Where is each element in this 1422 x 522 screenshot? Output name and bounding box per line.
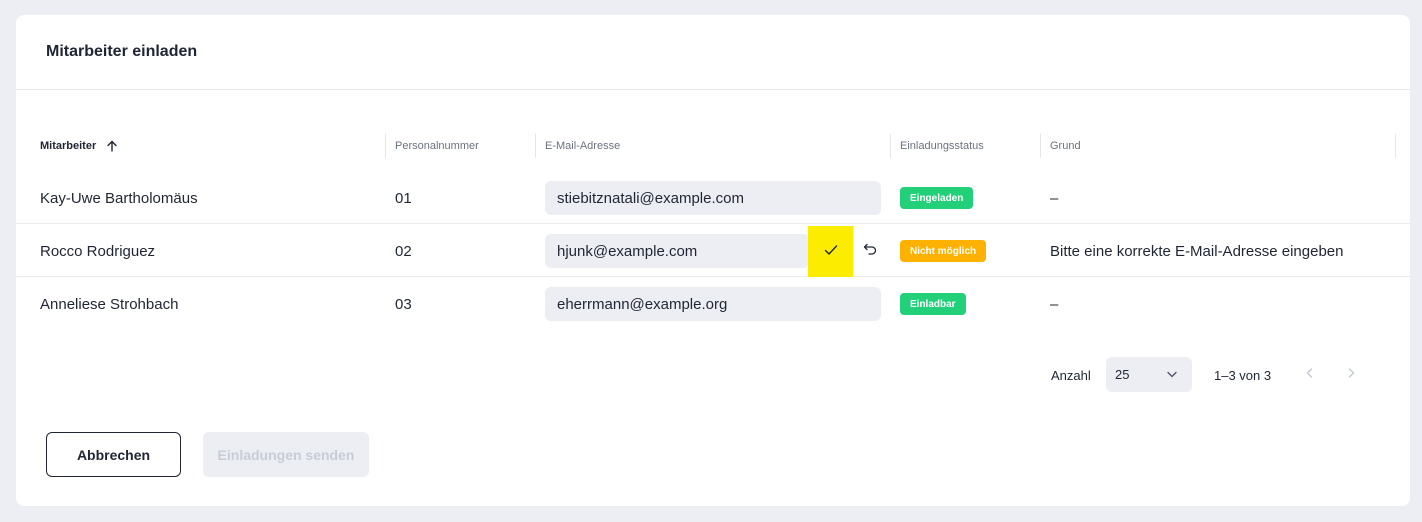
page-size-select[interactable]: 25 xyxy=(1106,357,1192,392)
next-page-button[interactable] xyxy=(1343,367,1359,383)
status-cell: Einladbar xyxy=(900,278,966,330)
prev-page-button[interactable] xyxy=(1302,367,1318,383)
employee-name: Anneliese Strohbach xyxy=(40,295,179,313)
column-header-employee-label: Mitarbeiter xyxy=(40,140,97,152)
reason-text: – xyxy=(1050,295,1059,313)
column-header-reason[interactable]: Grund xyxy=(1050,134,1081,158)
column-separator[interactable] xyxy=(385,134,386,158)
column-separator[interactable] xyxy=(1395,134,1396,158)
column-header-employee[interactable]: Mitarbeiter xyxy=(40,134,118,158)
table-header: Mitarbeiter Personalnummer E-Mail-Adress… xyxy=(16,134,1410,158)
pagination: Anzahl 25 1–3 von 3 xyxy=(16,357,1410,393)
employee-name: Rocco Rodriguez xyxy=(40,242,156,260)
email-field[interactable]: stiebitznatali@example.com xyxy=(545,181,881,215)
undo-icon xyxy=(863,242,877,260)
status-badge: Nicht möglich xyxy=(900,240,987,262)
status-cell: Nicht möglich xyxy=(900,225,987,277)
chevron-down-icon xyxy=(1166,368,1178,383)
page-size-label: Anzahl xyxy=(1051,367,1091,383)
employee-name: Kay-Uwe Bartholomäus xyxy=(40,189,198,207)
reason-text: – xyxy=(1050,189,1059,207)
column-header-status[interactable]: Einladungsstatus xyxy=(900,134,984,158)
column-separator[interactable] xyxy=(890,134,891,158)
table-row: Anneliese Strohbach 03 eherrmann@example… xyxy=(16,278,1410,330)
email-value: eherrmann@example.org xyxy=(557,295,728,313)
status-badge: Eingeladen xyxy=(900,187,974,209)
table-row: Kay-Uwe Bartholomäus 01 stiebitznatali@e… xyxy=(16,172,1410,224)
status-badge: Einladbar xyxy=(900,293,966,315)
chevron-right-icon xyxy=(1346,366,1356,384)
page-range: 1–3 von 3 xyxy=(1214,367,1272,383)
table-row: Rocco Rodriguez 02 hjunk@example.com Nic… xyxy=(16,225,1410,277)
column-separator[interactable] xyxy=(535,134,536,158)
arrow-up-icon[interactable] xyxy=(106,140,118,152)
check-icon xyxy=(824,243,838,261)
invite-dialog: Mitarbeiter einladen Mitarbeiter Persona… xyxy=(16,15,1410,506)
personnel-number: 03 xyxy=(395,295,412,313)
chevron-left-icon xyxy=(1305,366,1315,384)
page-size-value: 25 xyxy=(1115,367,1130,382)
email-value: stiebitznatali@example.com xyxy=(557,189,744,207)
email-value: hjunk@example.com xyxy=(557,242,698,260)
email-field[interactable]: eherrmann@example.org xyxy=(545,287,881,321)
status-cell: Eingeladen xyxy=(900,172,974,224)
dialog-header: Mitarbeiter einladen xyxy=(16,15,1410,90)
column-separator[interactable] xyxy=(1040,134,1041,158)
column-header-email[interactable]: E-Mail-Adresse xyxy=(545,134,620,158)
dialog-title: Mitarbeiter einladen xyxy=(46,43,198,60)
personnel-number: 01 xyxy=(395,189,412,207)
undo-edit-button[interactable] xyxy=(862,233,878,269)
email-field[interactable]: hjunk@example.com xyxy=(545,234,809,268)
column-header-number[interactable]: Personalnummer xyxy=(395,134,479,158)
cancel-button[interactable]: Abbrechen xyxy=(46,432,181,477)
send-invitations-button[interactable]: Einladungen senden xyxy=(203,432,369,477)
confirm-edit-button[interactable] xyxy=(808,226,853,277)
reason-text: Bitte eine korrekte E-Mail-Adresse einge… xyxy=(1050,242,1344,260)
personnel-number: 02 xyxy=(395,242,412,260)
